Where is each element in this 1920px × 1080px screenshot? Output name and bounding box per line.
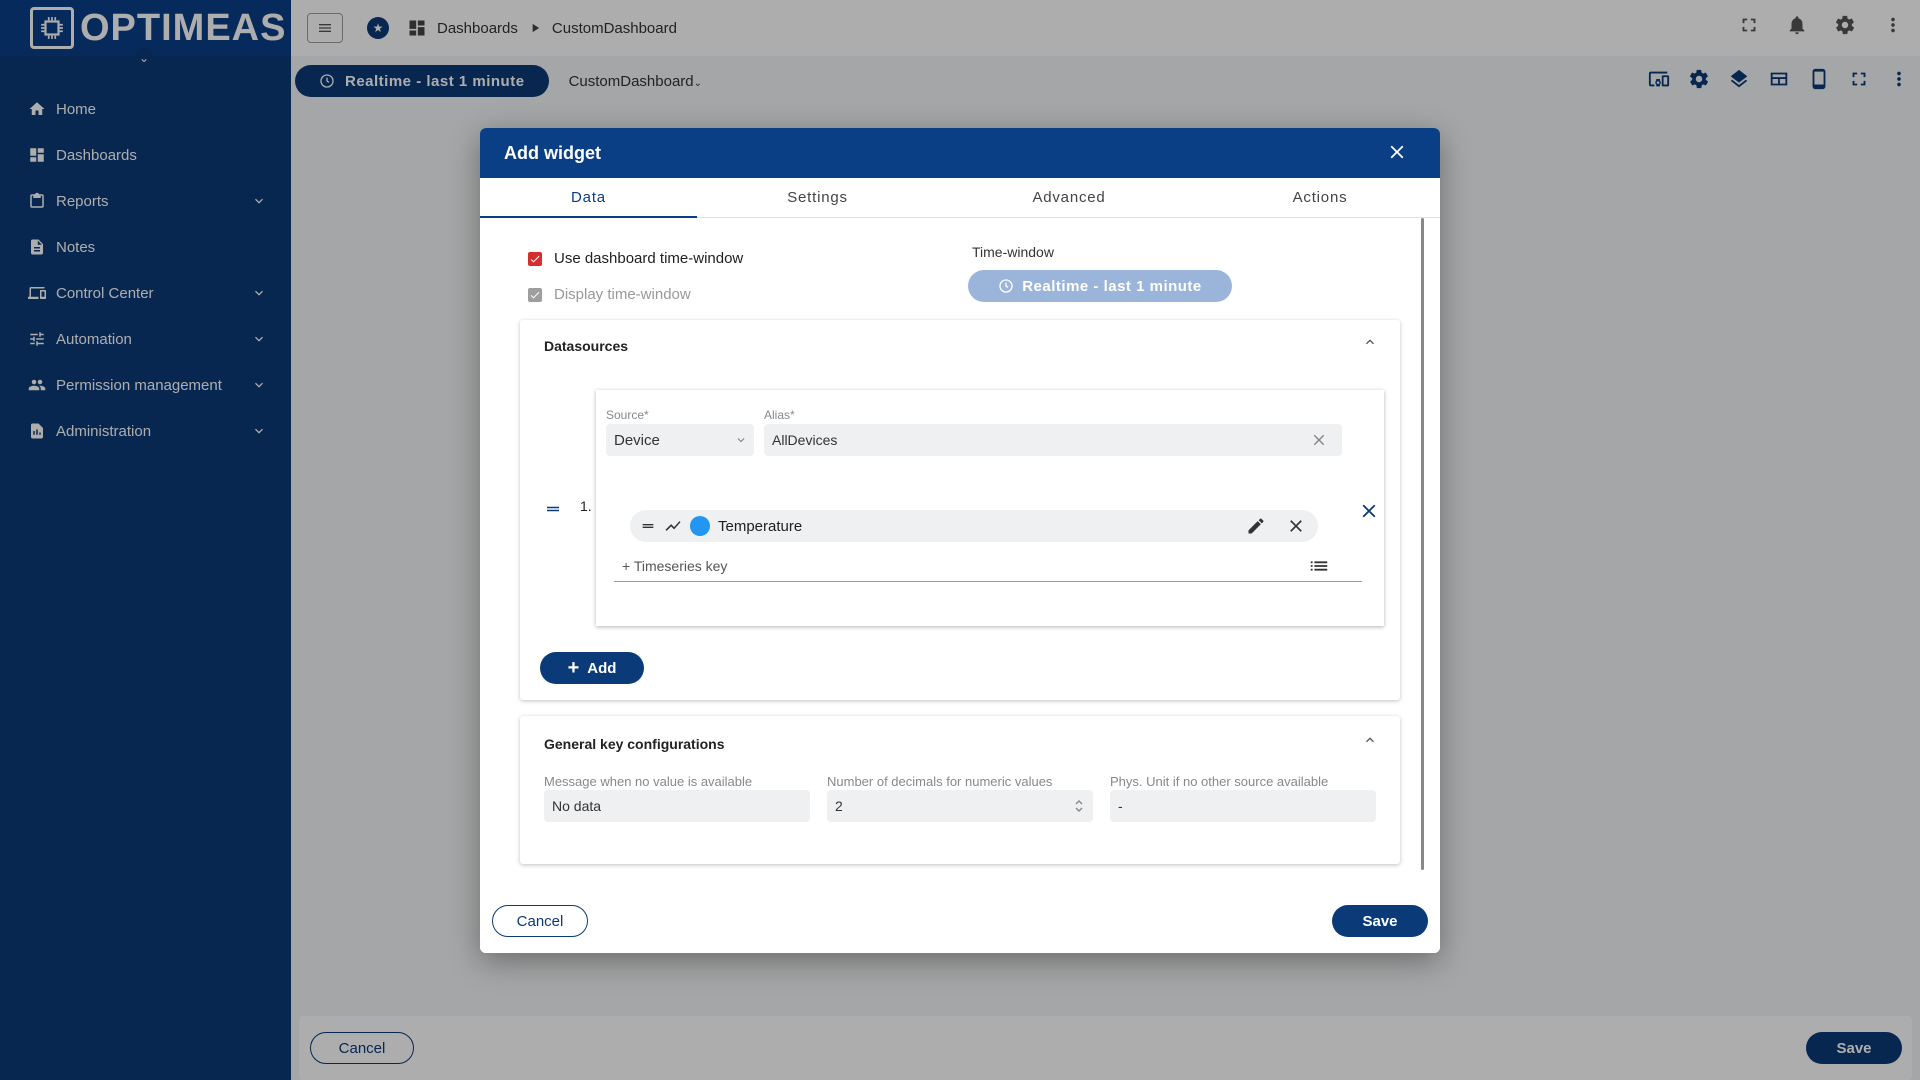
general-key-config-title: General key configurations xyxy=(544,736,725,752)
close-icon xyxy=(1390,145,1404,159)
use-dashboard-timewindow-row[interactable]: Use dashboard time-window xyxy=(528,250,743,267)
add-datasource-button[interactable]: + Add xyxy=(540,652,644,684)
source-value: Device xyxy=(614,431,660,449)
list-icon[interactable] xyxy=(1308,555,1330,577)
alias-input[interactable]: AllDevices xyxy=(764,424,1342,456)
check-icon xyxy=(530,255,540,262)
drag-handle-icon[interactable] xyxy=(640,518,656,534)
decimals-value: 2 xyxy=(835,798,843,814)
dialog-header: Add widget xyxy=(480,128,1440,178)
dialog-title: Add widget xyxy=(504,142,601,163)
timeseries-icon xyxy=(665,521,681,531)
chevron-up-icon[interactable] xyxy=(1362,334,1378,350)
dialog-scrollbar[interactable] xyxy=(1421,218,1424,870)
drag-handle-icon[interactable] xyxy=(544,500,562,518)
add-widget-dialog: Add widget Data Settings Advanced Action… xyxy=(480,128,1440,953)
datasources-title: Datasources xyxy=(544,338,629,354)
display-timewindow-row[interactable]: Display time-window xyxy=(528,286,691,303)
add-datasource-label: Add xyxy=(587,659,617,677)
unit-input[interactable]: - xyxy=(1110,790,1376,822)
no-value-label: Message when no value is available xyxy=(544,774,753,789)
datakey-name: Temperature xyxy=(718,517,803,535)
widget-timewindow-label: Realtime - last 1 minute xyxy=(1022,277,1202,295)
tab-data[interactable]: Data xyxy=(480,178,697,218)
chevron-up-icon[interactable] xyxy=(1362,732,1378,748)
key-color-dot[interactable] xyxy=(690,516,710,536)
dialog-cancel-button[interactable]: Cancel xyxy=(492,905,588,937)
datasource-card: Source* Device Alias* AllDevices Tempera… xyxy=(596,390,1384,626)
widget-timewindow-button[interactable]: Realtime - last 1 minute xyxy=(968,270,1232,302)
clock-icon xyxy=(999,279,1013,293)
use-dashboard-timewindow-checkbox[interactable] xyxy=(528,251,542,266)
no-value-value: No data xyxy=(552,798,602,814)
unit-label: Phys. Unit if no other source available xyxy=(1110,774,1329,789)
remove-key-icon[interactable] xyxy=(1286,516,1306,536)
datasource-index: 1. xyxy=(580,498,592,514)
plus-icon: + xyxy=(567,657,580,679)
chevron-down-icon xyxy=(737,438,745,443)
dialog-save-button[interactable]: Save xyxy=(1332,905,1428,937)
decimals-input[interactable]: 2 xyxy=(827,790,1093,822)
clear-icon[interactable] xyxy=(1310,431,1328,449)
tab-advanced[interactable]: Advanced xyxy=(938,178,1200,217)
close-button[interactable] xyxy=(1386,141,1410,165)
tab-actions[interactable]: Actions xyxy=(1200,178,1440,217)
dialog-tabs: Data Settings Advanced Actions xyxy=(480,178,1440,218)
edit-icon[interactable] xyxy=(1246,516,1266,536)
alias-value: AllDevices xyxy=(772,432,838,448)
timeseries-key-placeholder: + Timeseries key xyxy=(622,557,728,574)
tab-settings[interactable]: Settings xyxy=(697,178,938,217)
display-timewindow-label: Display time-window xyxy=(554,286,691,303)
source-select[interactable]: Device xyxy=(606,424,754,456)
unit-value: - xyxy=(1118,798,1123,814)
no-value-input[interactable]: No data xyxy=(544,790,810,822)
stepper-icon[interactable] xyxy=(1073,798,1085,814)
remove-datasource-icon[interactable] xyxy=(1358,500,1380,522)
use-dashboard-timewindow-label: Use dashboard time-window xyxy=(554,250,744,267)
display-timewindow-checkbox[interactable] xyxy=(528,287,542,302)
general-key-config-panel: General key configurations Message when … xyxy=(520,716,1400,864)
dialog-footer: Cancel Save xyxy=(480,888,1440,953)
timewindow-field-label: Time-window xyxy=(972,244,1054,260)
datasources-panel: Datasources 1. Source* Device Alias* All… xyxy=(520,320,1400,700)
decimals-label: Number of decimals for numeric values xyxy=(827,774,1053,789)
source-label: Source* xyxy=(606,408,649,422)
alias-label: Alias* xyxy=(764,408,795,422)
timeseries-key-input[interactable]: + Timeseries key xyxy=(614,550,1362,582)
datakey-chip[interactable]: Temperature xyxy=(630,510,1318,542)
check-icon xyxy=(530,291,540,298)
